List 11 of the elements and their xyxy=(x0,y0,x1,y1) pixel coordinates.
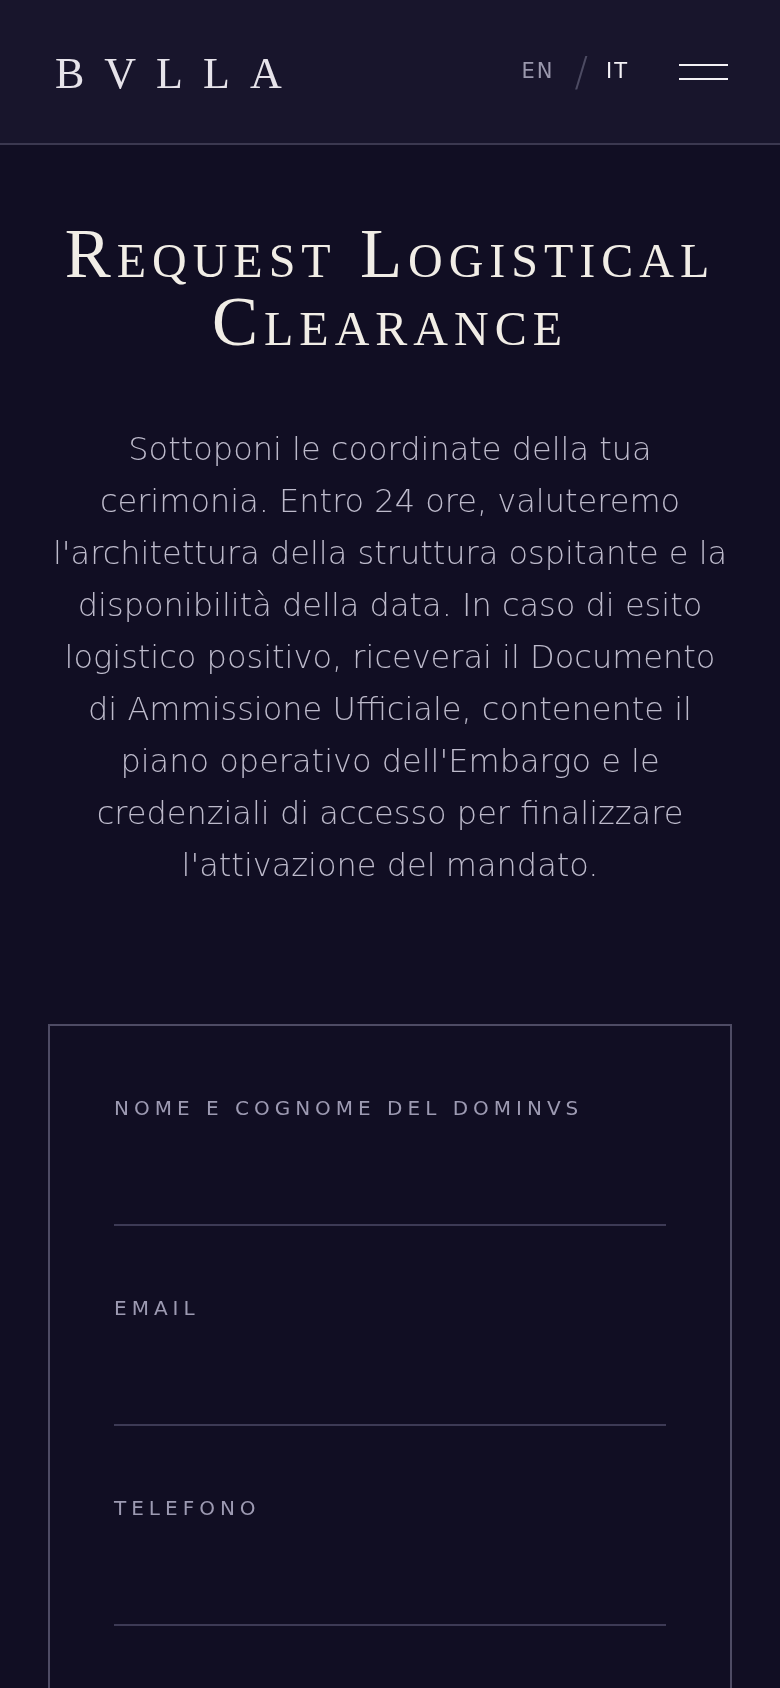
menu-button[interactable] xyxy=(679,63,728,80)
field-label: TELEFONO xyxy=(114,1496,262,1520)
intro-paragraph: Sottoponi le coordinate della tua cerimonia. Entro 24 ore, valuteremo l'architettura della struttura ospitante e la disponibilità della data. In caso di esito logistico positivo, riceverai il Documento di Ammissione Ufficiale, contenente il piano operativo dell'Embargo e le credenziali di accesso per finalizzare l'attivazione del mandato. xyxy=(51,429,729,886)
language-link[interactable]: EN xyxy=(521,61,555,82)
logo[interactable]: BVLLA xyxy=(55,51,302,96)
language-separator: / xyxy=(574,51,588,92)
field-label: EMAIL xyxy=(114,1296,201,1320)
language-link[interactable]: IT xyxy=(605,61,629,82)
menu-icon xyxy=(679,63,728,80)
page-title: Request Logistical Clearance xyxy=(63,220,717,356)
field-label: NOME E COGNOME DEL DOMINVS xyxy=(114,1096,585,1120)
